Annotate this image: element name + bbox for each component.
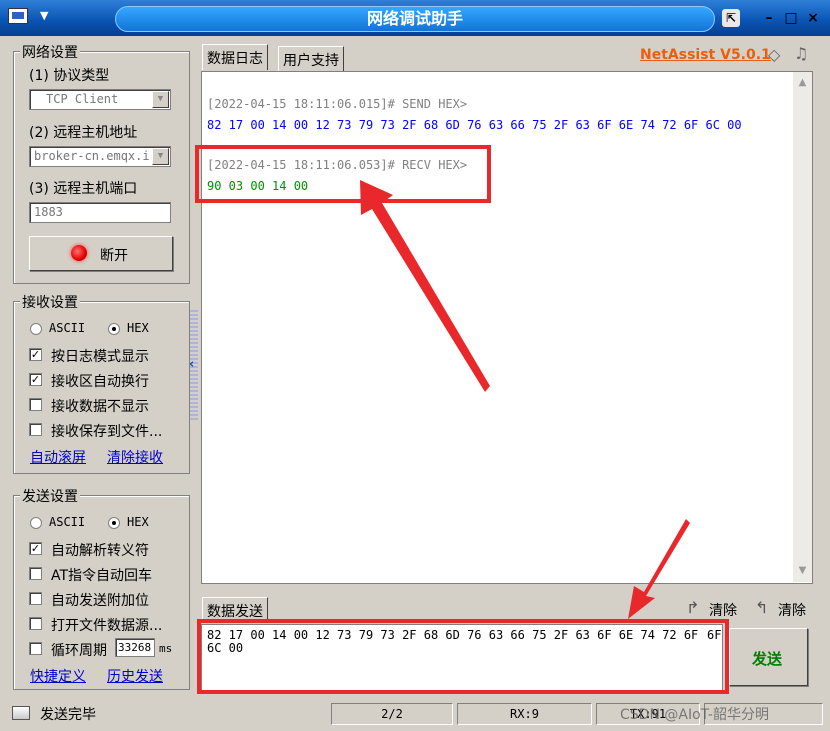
maximize-button[interactable]: □ bbox=[782, 9, 800, 27]
disconnect-label: 断开 bbox=[100, 248, 128, 264]
net-settings-group: 网络设置 (1) 协议类型 TCP Client ▼ (2) 远程主机地址 br… bbox=[13, 42, 190, 284]
clear-recv-link[interactable]: 清除接收 bbox=[107, 447, 163, 467]
send-option-label: 循环周期 bbox=[51, 643, 107, 659]
send-option-label: AT指令自动回车 bbox=[51, 568, 153, 584]
recv-option-checkbox[interactable]: ✓ bbox=[29, 348, 42, 361]
brand-link[interactable]: NetAssist V5.0.1 bbox=[640, 47, 771, 63]
period-input[interactable]: 33268 bbox=[115, 638, 155, 657]
send-input[interactable]: 82 17 00 14 00 12 73 79 73 2F 68 6D 76 6… bbox=[201, 624, 723, 692]
send-ascii-radio[interactable] bbox=[30, 517, 42, 529]
status-rx: RX:9 bbox=[457, 703, 592, 725]
log-entry-header: [2022-04-15 18:11:06.053]# RECV HEX> bbox=[207, 158, 468, 172]
log-entry-data: 82 17 00 14 00 12 73 79 73 2F 68 6D 76 6… bbox=[207, 118, 742, 132]
autoscroll-link[interactable]: 自动滚屏 bbox=[30, 447, 86, 467]
send-option-label: 自动发送附加位 bbox=[51, 593, 149, 609]
scroll-down-icon[interactable]: ▼ bbox=[793, 562, 812, 580]
recv-option-checkbox[interactable] bbox=[29, 423, 42, 436]
status-message: 发送完毕 bbox=[40, 707, 96, 723]
recv-hex-label: HEX bbox=[127, 321, 149, 335]
send-text-line: 6F bbox=[707, 628, 722, 642]
recv-option-label: 按日志模式显示 bbox=[51, 349, 149, 365]
shortcut-link[interactable]: 快捷定义 bbox=[30, 666, 86, 686]
minimize-button[interactable]: – bbox=[760, 9, 778, 27]
send-option-checkbox[interactable] bbox=[29, 567, 42, 580]
tab-data-log[interactable]: 数据日志 bbox=[202, 44, 268, 70]
bell-icon[interactable]: ♫ bbox=[794, 44, 808, 63]
recv-option-label: 接收区自动换行 bbox=[51, 374, 149, 390]
net-settings-title: 网络设置 bbox=[20, 42, 80, 62]
send-option-checkbox[interactable] bbox=[29, 642, 42, 655]
period-unit: ms bbox=[159, 642, 173, 655]
recv-settings-title: 接收设置 bbox=[20, 292, 80, 312]
recv-ascii-label: ASCII bbox=[49, 321, 86, 335]
recv-hex-radio[interactable] bbox=[108, 323, 120, 335]
port-input[interactable]: 1883 bbox=[29, 202, 171, 223]
chevron-down-icon[interactable]: ▼ bbox=[152, 91, 169, 108]
recv-ascii-radio[interactable] bbox=[30, 323, 42, 335]
status-light-icon bbox=[71, 245, 87, 261]
status-bar: 发送完毕 2/2 RX:9 TX:91 CSDN @AIoT-韶华分明 bbox=[0, 700, 830, 731]
send-option-checkbox[interactable] bbox=[29, 592, 42, 605]
watermark: CSDN @AIoT-韶华分明 bbox=[620, 707, 769, 723]
send-settings-group: 发送设置 ASCII HEX ✓ 自动解析转义符 AT指令自动回车 自动发送附加… bbox=[13, 486, 190, 690]
chevron-down-icon[interactable]: ▼ bbox=[152, 148, 169, 165]
status-icon bbox=[12, 706, 30, 720]
send-option-label: 打开文件数据源... bbox=[51, 618, 163, 634]
clear-all-button[interactable]: 清除 bbox=[778, 600, 806, 620]
log-entry-header: [2022-04-15 18:11:06.015]# SEND HEX> bbox=[207, 97, 468, 111]
system-menu-arrow-icon[interactable]: ▼ bbox=[40, 9, 48, 22]
send-hex-label: HEX bbox=[127, 515, 149, 529]
send-option-checkbox[interactable] bbox=[29, 617, 42, 630]
protocol-label: (1) 协议类型 bbox=[29, 68, 110, 84]
protocol-select[interactable]: TCP Client ▼ bbox=[29, 89, 171, 110]
clear-icon[interactable]: ↰ bbox=[755, 598, 768, 617]
recv-option-label: 接收数据不显示 bbox=[51, 399, 149, 415]
recv-option-checkbox[interactable]: ✓ bbox=[29, 373, 42, 386]
host-label: (2) 远程主机地址 bbox=[29, 125, 138, 141]
protocol-value: TCP Client bbox=[46, 92, 119, 106]
recv-settings-group: 接收设置 ASCII HEX ✓ 按日志模式显示 ✓ 接收区自动换行 接收数据不… bbox=[13, 292, 190, 474]
send-button-label: 发送 bbox=[752, 650, 783, 668]
send-hex-radio[interactable] bbox=[108, 517, 120, 529]
window-title: 网络调试助手 bbox=[366, 9, 463, 28]
send-text-line: 82 17 00 14 00 12 73 79 73 2F 68 6D 76 6… bbox=[207, 628, 699, 642]
recv-option-label: 接收保存到文件... bbox=[51, 424, 163, 440]
recv-option-checkbox[interactable] bbox=[29, 398, 42, 411]
status-counter: 2/2 bbox=[331, 703, 453, 725]
clear-send-button[interactable]: 清除 bbox=[709, 600, 737, 620]
disconnect-button[interactable]: 断开 bbox=[29, 236, 173, 271]
send-button[interactable]: 发送 bbox=[729, 628, 808, 686]
app-icon[interactable] bbox=[8, 8, 28, 24]
host-select[interactable]: broker-cn.emqx.i ▼ bbox=[29, 146, 171, 167]
tab-user-support[interactable]: 用户支持 bbox=[278, 46, 344, 72]
pin-icon[interactable]: ⇱ bbox=[722, 9, 740, 27]
log-scrollbar[interactable]: ▲ ▼ bbox=[793, 72, 812, 582]
title-bar[interactable]: ▼ 网络调试助手 ⇱ – □ × bbox=[0, 0, 830, 36]
history-link[interactable]: 历史发送 bbox=[107, 666, 163, 686]
host-value: broker-cn.emqx.i bbox=[34, 149, 150, 163]
scroll-up-icon[interactable]: ▲ bbox=[793, 74, 812, 92]
title-pill: 网络调试助手 bbox=[115, 6, 715, 32]
send-ascii-label: ASCII bbox=[49, 515, 86, 529]
log-entry-data: 90 03 00 14 00 bbox=[207, 179, 309, 193]
log-area[interactable]: [2022-04-15 18:11:06.015]# SEND HEX> 82 … bbox=[201, 71, 813, 584]
close-button[interactable]: × bbox=[804, 9, 822, 27]
diamond-icon[interactable]: ◇ bbox=[768, 45, 780, 64]
send-option-label: 自动解析转义符 bbox=[51, 543, 149, 559]
collapse-arrow-icon[interactable]: ‹ bbox=[189, 358, 199, 372]
send-option-checkbox[interactable]: ✓ bbox=[29, 542, 42, 555]
clear-icon[interactable]: ↱ bbox=[686, 598, 699, 617]
send-text-line: 6C 00 bbox=[207, 641, 244, 655]
port-label: (3) 远程主机端口 bbox=[29, 181, 138, 197]
tab-data-send[interactable]: 数据发送 bbox=[202, 597, 268, 623]
send-settings-title: 发送设置 bbox=[20, 486, 80, 506]
